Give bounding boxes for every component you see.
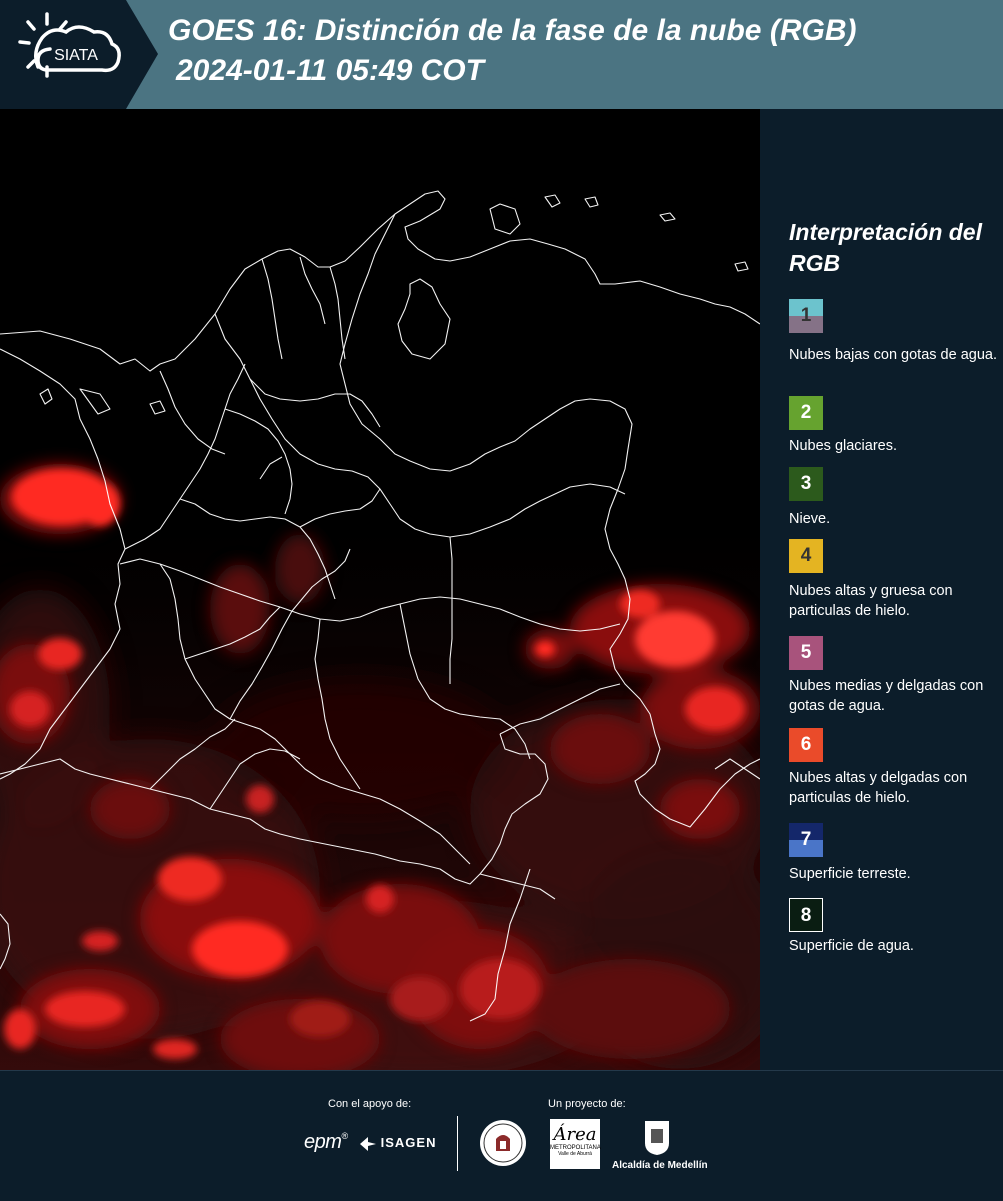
legend-label: Nubes glaciares. (789, 438, 897, 454)
legend-number: 4 (800, 545, 812, 566)
footer-divider (457, 1116, 458, 1171)
siata-logo-text: SIATA (54, 47, 98, 64)
university-seal-icon (480, 1120, 526, 1166)
legend-swatch-8: 8 (789, 898, 823, 932)
legend-number: 3 (800, 473, 812, 494)
legend-swatch-6: 6 (789, 728, 823, 762)
page-timestamp: 2024-01-11 05:49 COT (176, 54, 484, 87)
legend-number: 2 (800, 402, 812, 423)
legend-title: Interpretación del RGB (789, 219, 982, 276)
isagen-logo-text: ISAGEN (380, 1135, 437, 1150)
legend-label: Superficie terreste. (789, 866, 911, 882)
header: SIATA GOES 16: Distinción de la fase de … (0, 0, 1003, 109)
metropolitana-logo-subtext: Valle de Aburrá (558, 1151, 592, 1157)
satellite-map (0, 109, 760, 1070)
siata-logo: SIATA (0, 0, 158, 109)
legend-number: 7 (800, 829, 812, 850)
legend-swatch-5: 5 (789, 636, 823, 670)
legend-label: Nubes bajas con gotas de agua. (789, 347, 997, 363)
legend-label: Nubes altas y gruesa con particulas de h… (789, 583, 953, 619)
metropolitana-logo-mark: Área (553, 1124, 597, 1145)
legend-number: 5 (800, 642, 812, 663)
legend-swatch-1: 1 (789, 299, 823, 333)
satellite-image (0, 109, 760, 1070)
medellin-shield-icon (645, 1121, 669, 1155)
legend-label: Nubes altas y delgadas con particulas de… (789, 770, 968, 806)
legend-swatch-3: 3 (789, 467, 823, 501)
isagen-logo: ISAGEN (360, 1135, 436, 1151)
project-label: Un proyecto de: (548, 1098, 626, 1110)
epm-logo: epm® (304, 1131, 348, 1153)
legend-number: 6 (800, 734, 812, 755)
support-label: Con el apoyo de: (328, 1098, 412, 1110)
legend-swatch-7: 7 (789, 823, 823, 857)
medellin-label: Alcaldía de Medellín (612, 1160, 708, 1171)
epm-logo-text: epm (304, 1131, 342, 1153)
isagen-icon (360, 1136, 376, 1151)
footer: Con el apoyo de: Un proyecto de: epm® IS… (0, 1070, 1003, 1201)
legend-label: Nieve. (789, 511, 831, 527)
legend-label: Superficie de agua. (789, 938, 914, 954)
legend-number: 1 (800, 305, 812, 326)
legend-swatch-2: 2 (789, 396, 823, 430)
legend-swatch-4: 4 (789, 539, 823, 573)
legend-number: 8 (800, 905, 812, 926)
legend: Interpretación del RGB 1 Nubes bajas con … (760, 109, 1003, 1070)
legend-label: Nubes medias y delgadas con gotas de agu… (789, 678, 984, 714)
page-title: GOES 16: Distinción de la fase de la nub… (168, 14, 857, 47)
metropolitana-logo: Área METROPOLITANA Valle de Aburrá (550, 1119, 601, 1169)
